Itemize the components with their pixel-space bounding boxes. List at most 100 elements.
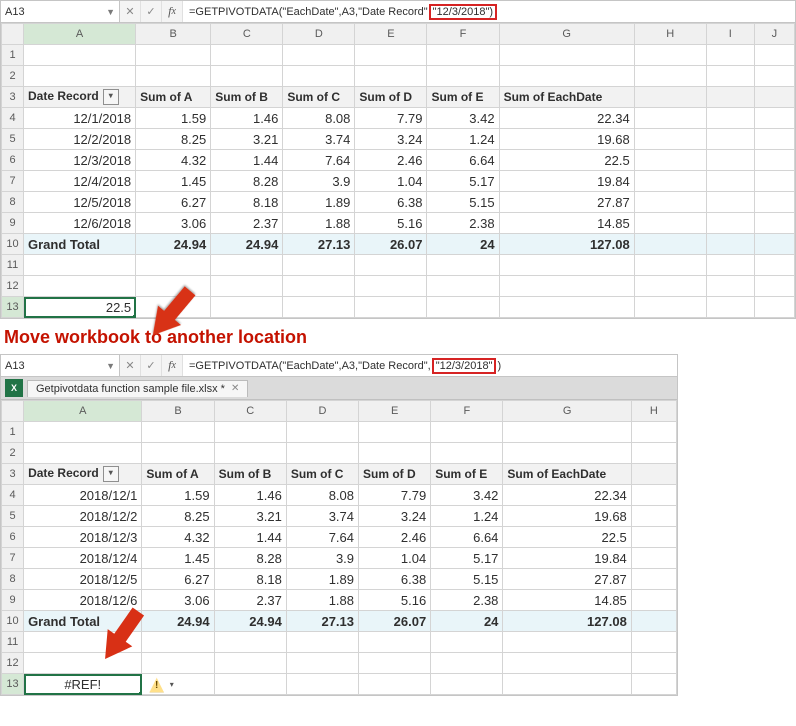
select-all-corner[interactable] <box>2 401 24 422</box>
cell[interactable]: 5.15 <box>431 569 503 590</box>
cell[interactable] <box>286 632 358 653</box>
cell[interactable]: 12/5/2018 <box>24 192 136 213</box>
cell[interactable] <box>634 297 706 318</box>
cell[interactable]: 7.79 <box>359 485 431 506</box>
cell[interactable]: 2018/12/1 <box>24 485 142 506</box>
cancel-formula-icon[interactable]: ✕ <box>120 1 141 22</box>
cell[interactable] <box>431 443 503 464</box>
cell[interactable] <box>211 45 283 66</box>
cell[interactable] <box>214 632 286 653</box>
fx-icon[interactable]: fx <box>162 1 183 22</box>
cell[interactable]: 127.08 <box>503 611 631 632</box>
row-header[interactable]: 2 <box>2 66 24 87</box>
cell[interactable]: 8.08 <box>283 108 355 129</box>
cell[interactable]: 27.13 <box>283 234 355 255</box>
cell[interactable] <box>634 45 706 66</box>
cell[interactable]: Sum of D <box>355 87 427 108</box>
cell[interactable]: Sum of A <box>136 87 211 108</box>
fx-icon[interactable]: fx <box>162 355 183 376</box>
column-header[interactable]: F <box>431 401 503 422</box>
cell[interactable] <box>211 297 283 318</box>
cell[interactable] <box>355 255 427 276</box>
cell[interactable] <box>631 611 676 632</box>
cell[interactable] <box>283 276 355 297</box>
cell[interactable]: 3.42 <box>431 485 503 506</box>
cell[interactable]: 3.06 <box>136 213 211 234</box>
cell[interactable]: 3.9 <box>283 171 355 192</box>
cell[interactable] <box>136 45 211 66</box>
cell[interactable]: 5.16 <box>359 590 431 611</box>
cell[interactable] <box>634 129 706 150</box>
cell[interactable] <box>634 192 706 213</box>
cell[interactable]: 1.04 <box>359 548 431 569</box>
row-header[interactable]: 9 <box>2 213 24 234</box>
cell[interactable]: Date Record▾ <box>24 87 136 108</box>
document-tab[interactable]: Getpivotdata function sample file.xlsx *… <box>27 380 248 397</box>
cell[interactable] <box>24 66 136 87</box>
cell[interactable]: 27.87 <box>503 569 631 590</box>
cell[interactable]: 3.21 <box>214 506 286 527</box>
cell[interactable] <box>431 632 503 653</box>
cell[interactable] <box>427 255 499 276</box>
cell[interactable] <box>214 422 286 443</box>
cell[interactable]: 7.79 <box>355 108 427 129</box>
cell[interactable] <box>634 108 706 129</box>
row-header[interactable]: 7 <box>2 171 24 192</box>
cell[interactable] <box>754 255 794 276</box>
cell[interactable] <box>359 632 431 653</box>
cell[interactable] <box>355 66 427 87</box>
row-header[interactable]: 13 <box>2 674 24 695</box>
cell[interactable]: 8.18 <box>211 192 283 213</box>
cell[interactable]: 12/6/2018 <box>24 213 136 234</box>
cell[interactable] <box>24 255 136 276</box>
cell[interactable]: 24.94 <box>211 234 283 255</box>
cell[interactable]: 5.15 <box>427 192 499 213</box>
error-smart-tag[interactable]: ! ▾ <box>149 677 177 693</box>
close-icon[interactable]: ✕ <box>231 383 239 394</box>
name-box[interactable]: A13 ▼ <box>1 1 120 22</box>
cell[interactable] <box>359 674 431 695</box>
cell[interactable] <box>499 66 634 87</box>
cell[interactable]: 3.9 <box>286 548 358 569</box>
cell[interactable] <box>706 234 754 255</box>
cell[interactable] <box>355 276 427 297</box>
cell[interactable] <box>706 213 754 234</box>
cell[interactable]: Grand Total <box>24 234 136 255</box>
cell[interactable]: 1.89 <box>283 192 355 213</box>
cell[interactable] <box>427 66 499 87</box>
cell[interactable] <box>706 276 754 297</box>
cell[interactable]: 127.08 <box>499 234 634 255</box>
cell[interactable]: 22.5 <box>24 297 136 318</box>
accept-formula-icon[interactable]: ✓ <box>141 355 162 376</box>
filter-dropdown-icon[interactable]: ▾ <box>103 466 119 482</box>
cell[interactable] <box>24 443 142 464</box>
cell[interactable]: 19.68 <box>499 129 634 150</box>
cell[interactable] <box>754 150 794 171</box>
cell[interactable] <box>283 45 355 66</box>
cell[interactable]: 1.59 <box>136 108 211 129</box>
cell[interactable]: 6.64 <box>431 527 503 548</box>
cell[interactable] <box>706 66 754 87</box>
row-header[interactable]: 8 <box>2 569 24 590</box>
cell[interactable]: 14.85 <box>503 590 631 611</box>
cell[interactable]: 12/1/2018 <box>24 108 136 129</box>
cell[interactable] <box>754 45 794 66</box>
row-header[interactable]: 13 <box>2 297 24 318</box>
cell[interactable]: 2018/12/4 <box>24 548 142 569</box>
cell[interactable]: Date Record▾ <box>24 464 142 485</box>
cell[interactable]: 1.24 <box>427 129 499 150</box>
cell[interactable] <box>211 255 283 276</box>
cell[interactable] <box>754 276 794 297</box>
column-header[interactable]: B <box>136 24 211 45</box>
row-header[interactable]: 4 <box>2 108 24 129</box>
cell[interactable]: Sum of C <box>283 87 355 108</box>
cell[interactable] <box>631 632 676 653</box>
cell[interactable] <box>634 171 706 192</box>
column-header[interactable]: I <box>706 24 754 45</box>
cell[interactable] <box>754 129 794 150</box>
cell[interactable] <box>286 653 358 674</box>
cell[interactable]: 7.64 <box>283 150 355 171</box>
cell[interactable] <box>631 674 676 695</box>
cell[interactable] <box>634 66 706 87</box>
row-header[interactable]: 2 <box>2 443 24 464</box>
